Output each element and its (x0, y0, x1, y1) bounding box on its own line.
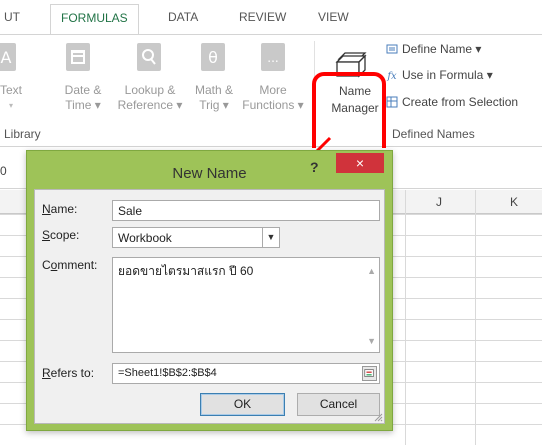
close-icon: × (355, 155, 365, 171)
name-input[interactable]: Sale (112, 200, 380, 221)
new-name-dialog: New Name ? × Name: Sale Scope: Workbook … (26, 150, 393, 431)
comment-text: ยอดขายไตรมาสแรก ปี 60 (118, 264, 254, 278)
scope-select[interactable]: Workbook ▼ (112, 227, 280, 248)
close-button[interactable]: × (336, 153, 384, 173)
scroll-down-icon[interactable]: ▼ (367, 336, 376, 346)
refers-to-label: Refers to: (42, 366, 95, 380)
chevron-down-icon[interactable]: ▼ (262, 228, 279, 247)
comment-label: Comment: (42, 258, 98, 272)
scroll-up-icon[interactable]: ▲ (367, 266, 376, 276)
refers-to-value: =Sheet1!$B$2:$B$4 (118, 367, 217, 379)
cancel-button[interactable]: Cancel (297, 393, 380, 416)
comment-textarea[interactable]: ยอดขายไตรมาสแรก ปี 60 ▲ ▼ (112, 257, 380, 353)
name-label: Name: (42, 202, 78, 216)
resize-grip-icon[interactable] (373, 412, 383, 422)
collapse-dialog-icon[interactable] (362, 366, 377, 381)
scope-label: Scope: (42, 228, 80, 242)
refers-to-input[interactable]: =Sheet1!$B$2:$B$4 (112, 363, 380, 384)
scope-value: Workbook (118, 231, 172, 245)
ok-button[interactable]: OK (200, 393, 285, 416)
help-button[interactable]: ? (310, 159, 319, 175)
dialog-body: Name: Sale Scope: Workbook ▼ Comment: ยอ… (34, 189, 385, 424)
